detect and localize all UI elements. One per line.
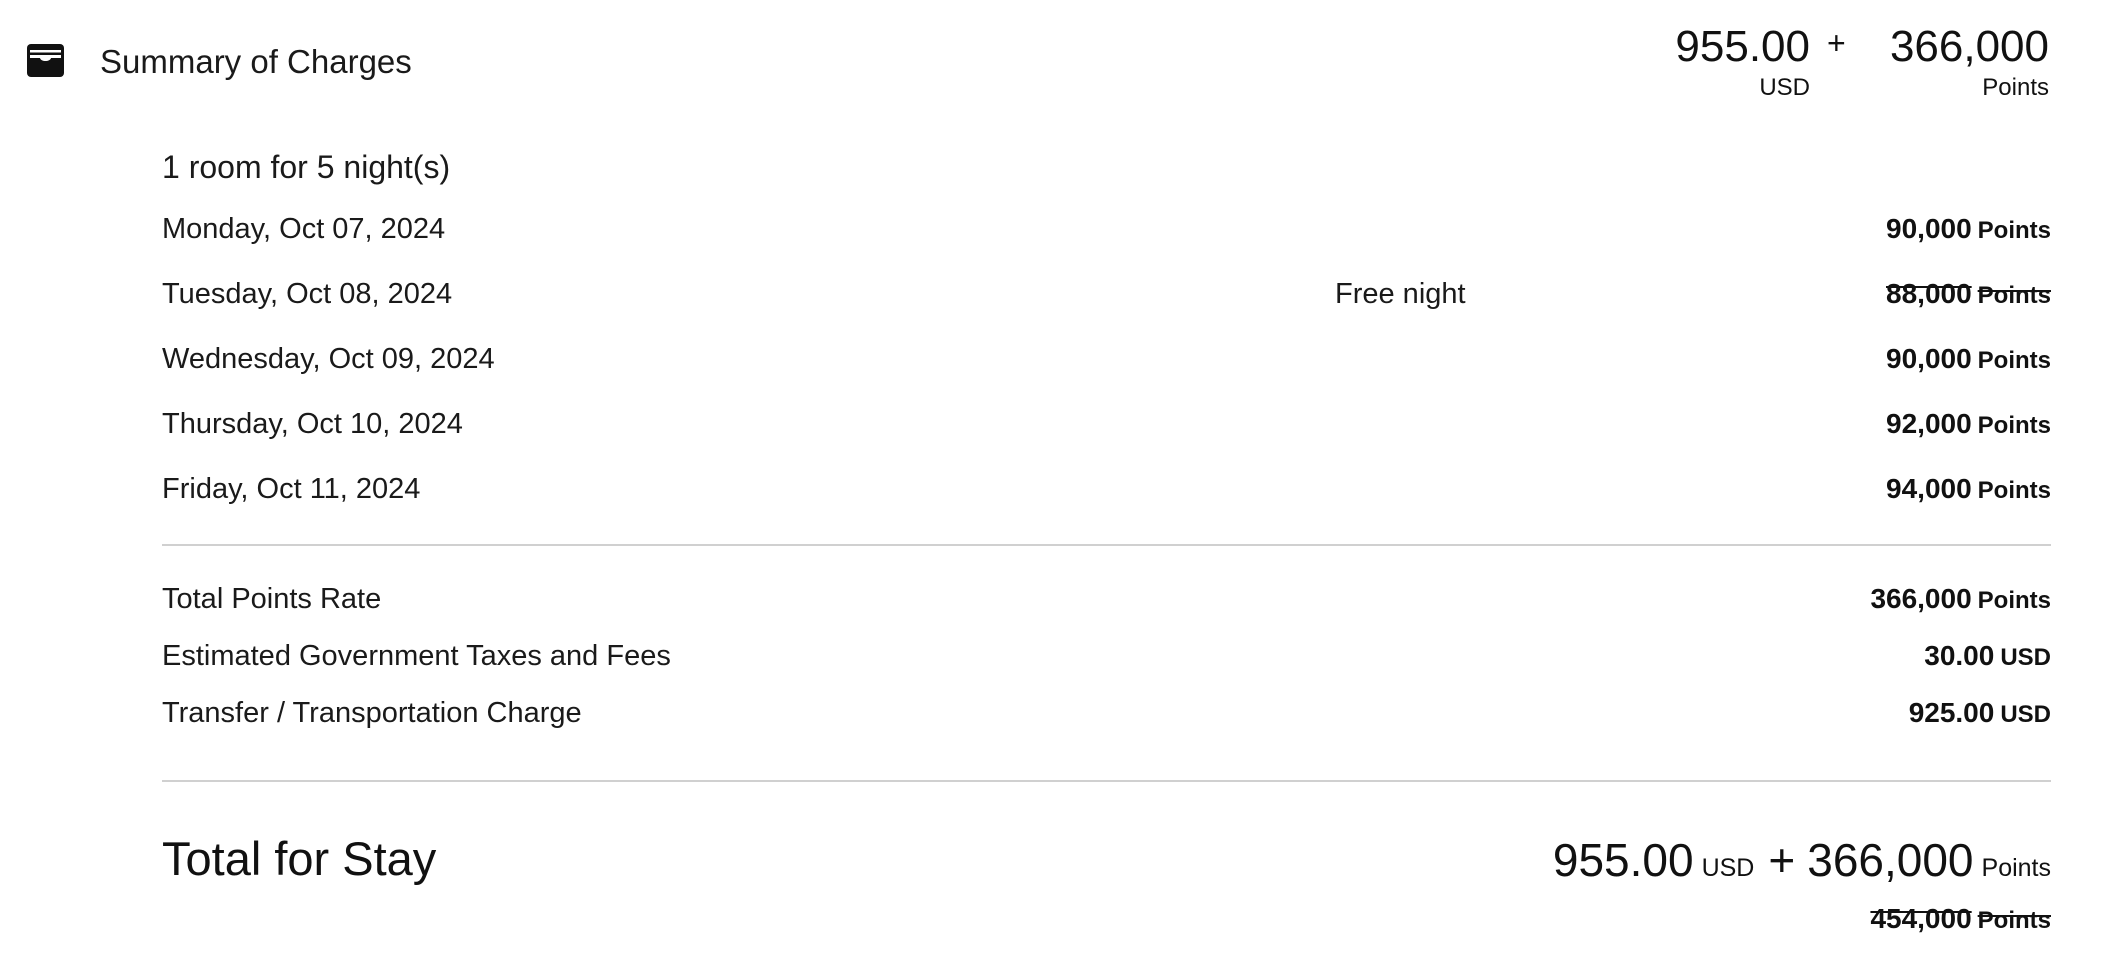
night-amount: 90,000 Points: [1886, 339, 2051, 384]
night-unit: Points: [1977, 477, 2051, 504]
night-row: Thursday, Oct 10, 2024 92,000 Points: [162, 404, 2051, 444]
charge-row: Total Points Rate 366,000 Points: [162, 579, 2051, 619]
divider: [162, 780, 2051, 782]
wallet-icon: [27, 44, 64, 77]
night-unit: Points: [1977, 217, 2051, 244]
night-unit: Points: [1977, 347, 2051, 374]
room-nights-heading: 1 room for 5 night(s): [162, 149, 451, 185]
original-points-unit: Points: [1977, 907, 2051, 934]
night-points: 90,000: [1886, 213, 1972, 244]
charge-unit: USD: [2000, 701, 2051, 728]
night-points: 90,000: [1886, 343, 1972, 374]
night-unit: Points: [1977, 412, 2051, 439]
night-points: 92,000: [1886, 408, 1972, 439]
night-date: Thursday, Oct 10, 2024: [162, 408, 463, 440]
night-row: Friday, Oct 11, 2024 94,000 Points: [162, 469, 2051, 509]
charge-value: 366,000: [1870, 583, 1972, 614]
total-plus-sign: +: [1768, 834, 1796, 886]
charge-row: Transfer / Transportation Charge 925.00 U…: [162, 693, 2051, 733]
night-row: Monday, Oct 07, 2024 90,000 Points: [162, 209, 2051, 249]
charge-value: 925.00: [1908, 697, 1995, 728]
charge-amount: 30.00 USD: [1924, 636, 2051, 681]
night-date: Monday, Oct 07, 2024: [162, 213, 446, 245]
charge-label: Estimated Government Taxes and Fees: [162, 640, 671, 672]
night-unit: Points: [1977, 282, 2051, 309]
total-for-stay-amount: 955.00 USD +366,000 Points: [1553, 832, 2051, 900]
night-row: Wednesday, Oct 09, 2024 90,000 Points: [162, 339, 2051, 379]
charges-details: 1 room for 5 night(s) Monday, Oct 07, 20…: [162, 0, 2051, 954]
charge-amount: 366,000 Points: [1870, 579, 2051, 624]
charge-label: Total Points Rate: [162, 583, 382, 615]
charge-label: Transfer / Transportation Charge: [162, 697, 582, 729]
night-amount: 90,000 Points: [1886, 209, 2051, 254]
charge-row: Estimated Government Taxes and Fees 30.0…: [162, 636, 2051, 676]
summary-of-charges-panel: Summary of Charges 955.00 USD + 366,000 …: [0, 0, 2108, 954]
night-amount-struck: 88,000 Points: [1886, 274, 2051, 319]
divider: [162, 544, 2051, 546]
night-date: Wednesday, Oct 09, 2024: [162, 343, 495, 375]
free-night-label: Free night: [1335, 278, 1466, 310]
night-date: Tuesday, Oct 08, 2024: [162, 278, 453, 310]
total-cash-amount: 955.00: [1552, 834, 1694, 886]
total-points-amount: 366,000: [1807, 834, 1974, 886]
night-amount: 94,000 Points: [1886, 469, 2051, 514]
night-points: 94,000: [1886, 473, 1972, 504]
charge-unit: USD: [2000, 644, 2051, 671]
original-points-struck: 454,000 Points: [1870, 899, 2051, 944]
total-for-stay-label: Total for Stay: [162, 832, 437, 885]
original-points-amount: 454,000: [1870, 903, 1972, 934]
night-date: Friday, Oct 11, 2024: [162, 473, 421, 505]
charge-amount: 925.00 USD: [1909, 693, 2051, 738]
night-row: Tuesday, Oct 08, 2024 Free night 88,000 P…: [162, 274, 2051, 314]
night-points: 88,000: [1886, 278, 1972, 309]
charge-value: 30.00: [1924, 640, 1995, 671]
night-amount: 92,000 Points: [1886, 404, 2051, 449]
total-points-unit: Points: [1981, 854, 2051, 882]
charge-unit: Points: [1977, 587, 2051, 614]
total-cash-unit: USD: [1701, 854, 1755, 882]
